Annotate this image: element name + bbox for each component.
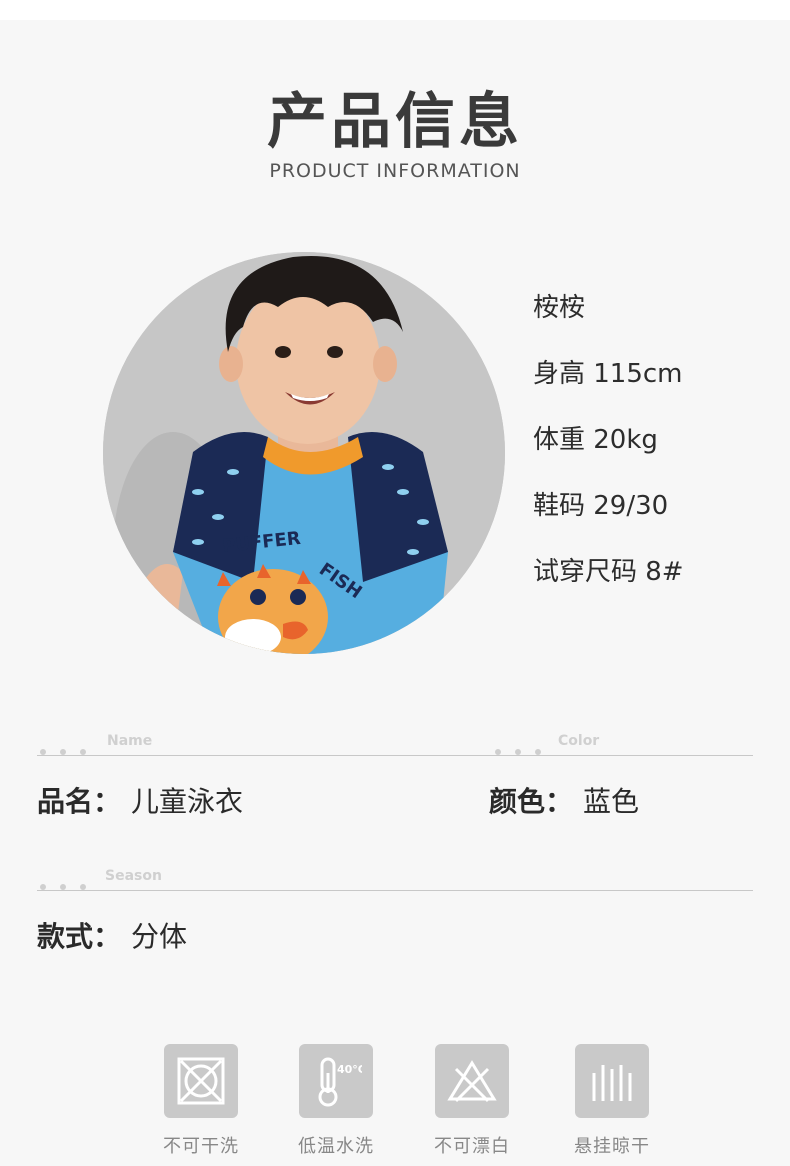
color-section-label: Color [558, 733, 600, 749]
model-height: 身高 115cm [533, 359, 683, 389]
style-field: 款式： 分体 [37, 915, 187, 955]
model-trial-size: 试穿尺码 8# [533, 557, 684, 587]
model-weight: 体重 20kg [533, 425, 658, 455]
care-item-no-bleach: 不可漂白 [402, 1044, 542, 1158]
season-section-header: Season [40, 868, 340, 892]
care-label: 悬挂晾干 [574, 1136, 650, 1157]
product-name-value: 儿童泳衣 [131, 785, 244, 818]
care-label: 不可漂白 [434, 1136, 510, 1157]
style-key: 款式： [37, 920, 122, 953]
page-title: 产品信息 [267, 87, 523, 157]
care-label: 低温水洗 [298, 1136, 374, 1157]
product-name-key: 品名： [37, 785, 122, 818]
no-bleach-icon [435, 1044, 509, 1118]
model-info: 桉桉 身高 115cm 体重 20kg 鞋码 29/30 试穿尺码 8# [533, 288, 684, 618]
name-section-label: Name [107, 733, 153, 749]
product-name-field: 品名： 儿童泳衣 [37, 780, 243, 820]
care-label: 不可干洗 [163, 1136, 239, 1157]
model-photo: PUFFER FISH [103, 252, 505, 654]
name-section-header: Name [40, 733, 340, 757]
color-field: 颜色： 蓝色 [489, 780, 639, 820]
decor-dots [40, 875, 100, 894]
style-value: 分体 [131, 920, 188, 953]
decor-dots [40, 740, 100, 759]
color-section-header: Color [495, 733, 745, 757]
model-shoe-size: 鞋码 29/30 [533, 491, 669, 521]
care-item-hang-dry: 悬挂晾干 [542, 1044, 682, 1158]
season-section-label: Season [105, 868, 162, 884]
divider [37, 890, 753, 891]
boy-model-illustration: PUFFER FISH [103, 252, 505, 654]
care-item-no-dry-clean: 不可干洗 [131, 1044, 271, 1158]
no-dry-clean-icon [164, 1044, 238, 1118]
model-name: 桉桉 [533, 293, 586, 323]
decor-dots [495, 740, 555, 759]
low-temp-wash-icon: 40°C [299, 1044, 373, 1118]
top-strip [0, 0, 790, 20]
svg-text:40°C: 40°C [337, 1063, 362, 1076]
color-value: 蓝色 [583, 785, 640, 818]
color-key: 颜色： [489, 785, 574, 818]
divider [37, 755, 753, 756]
care-item-low-temp-wash: 40°C 低温水洗 [266, 1044, 406, 1158]
hang-dry-icon [575, 1044, 649, 1118]
page-subtitle: PRODUCT INFORMATION [269, 160, 521, 182]
